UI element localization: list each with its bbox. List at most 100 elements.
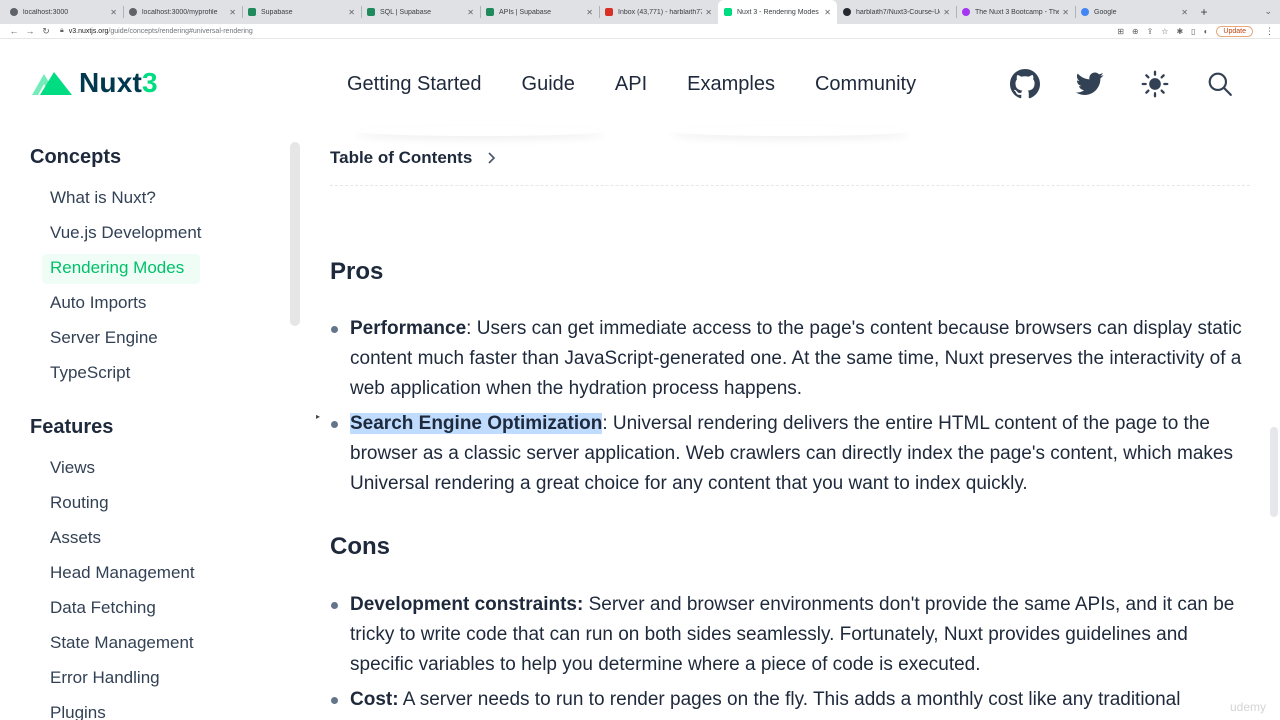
nuxt-logo[interactable]: Nuxt3 — [30, 67, 158, 99]
nav-getting-started[interactable]: Getting Started — [347, 73, 482, 96]
tab-label: Supabase — [261, 8, 293, 16]
browser-tab[interactable]: Supabase ✕ — [242, 0, 361, 24]
divider — [330, 185, 1250, 186]
tab-search-icon[interactable]: ⌄ — [1264, 6, 1272, 17]
new-tab-button[interactable]: + — [1194, 5, 1214, 19]
lock-icon[interactable]: 🔒︎ — [60, 27, 64, 35]
browser-tab[interactable]: Inbox (43,771) - harblaith77@ ✕ — [599, 0, 718, 24]
sidebar-item-server-engine[interactable]: Server Engine — [50, 328, 158, 348]
url-path: /guide/concepts/rendering#universal-rend… — [108, 27, 253, 35]
twitter-icon[interactable] — [1073, 67, 1107, 101]
sun-icon[interactable] — [1138, 67, 1172, 101]
sidebar-item-views[interactable]: Views — [50, 458, 95, 478]
tab-favicon — [486, 8, 494, 16]
udemy-watermark: udemy — [1230, 700, 1267, 714]
address-bar-row: ← → ↻ 🔒︎ v3.nuxtjs.org/guide/concepts/re… — [0, 24, 1280, 39]
mouse-cursor-icon: ▸ — [316, 412, 321, 421]
tab-close-icon[interactable]: ✕ — [467, 8, 474, 17]
pros-heading: Pros — [330, 258, 384, 285]
tab-favicon — [962, 8, 970, 16]
sidebar-item-what-is-nuxt[interactable]: What is Nuxt? — [50, 188, 156, 208]
zoom-icon[interactable]: ⊕ — [1132, 27, 1139, 36]
tab-label: The Nuxt 3 Bootcamp - The Co — [975, 8, 1060, 16]
table-of-contents-toggle[interactable]: Table of Contents — [330, 148, 496, 168]
github-icon[interactable] — [1008, 67, 1042, 101]
tab-favicon — [605, 8, 613, 16]
sidebar-item-typescript[interactable]: TypeScript — [50, 363, 130, 383]
menu-kebab-icon[interactable]: ⋮ — [1265, 26, 1274, 37]
bullet-dot — [331, 421, 338, 428]
url-host: v3.nuxtjs.org — [68, 27, 109, 35]
sidebar-item-auto-imports[interactable]: Auto Imports — [50, 293, 146, 313]
tab-close-icon[interactable]: ✕ — [348, 8, 355, 17]
sidebar-item-routing[interactable]: Routing — [50, 493, 109, 513]
tab-close-icon[interactable]: ✕ — [943, 8, 950, 17]
list-item: Cost: A server needs to run to render pa… — [330, 685, 1250, 715]
tab-close-icon[interactable]: ✕ — [229, 8, 236, 17]
nav-guide[interactable]: Guide — [522, 73, 575, 96]
extensions-icon[interactable]: ✱ — [1176, 27, 1183, 36]
back-icon[interactable]: ← — [6, 26, 22, 36]
tab-label: localhost:3000/myprofile — [142, 8, 218, 16]
tab-label: Nuxt 3 - Rendering Modes — [737, 8, 819, 16]
browser-tab[interactable]: APIs | Supabase ✕ — [480, 0, 599, 24]
chevron-right-icon — [488, 152, 496, 164]
tab-favicon — [1081, 8, 1089, 16]
sidebar-section-concepts: Concepts — [30, 146, 122, 168]
bookmark-star-icon[interactable]: ☆ — [1161, 27, 1168, 36]
sidebar-item-head-management[interactable]: Head Management — [50, 563, 195, 583]
content-scrollbar[interactable] — [1270, 427, 1278, 517]
nav-examples[interactable]: Examples — [687, 73, 775, 96]
browser-tab[interactable]: SQL | Supabase ✕ — [361, 0, 480, 24]
term-development-constraints: Development constraints: — [350, 594, 584, 615]
list-item: Development constraints: Server and brow… — [330, 590, 1250, 680]
description-text: Users can get immediate access to the pa… — [350, 318, 1242, 399]
logo-wordmark: Nuxt3 — [79, 67, 158, 98]
tab-close-icon[interactable]: ✕ — [1062, 8, 1069, 17]
tab-close-icon[interactable]: ✕ — [705, 8, 712, 17]
url-field[interactable]: 🔒︎ v3.nuxtjs.org/guide/concepts/renderin… — [60, 27, 1117, 35]
bullet-dot — [331, 602, 338, 609]
install-icon[interactable]: ⊞ — [1117, 27, 1124, 36]
list-item: Search Engine Optimization: Universal re… — [330, 409, 1250, 499]
sidebar-item-plugins[interactable]: Plugins — [50, 703, 106, 720]
tab-label: Google — [1094, 8, 1117, 16]
tab-label: harblaith7/Nuxt3-Course-Udem — [856, 8, 940, 16]
cons-heading: Cons — [330, 533, 390, 560]
browser-tab[interactable]: localhost:3000 ✕ — [4, 0, 123, 24]
tab-label: APIs | Supabase — [499, 8, 552, 16]
tab-close-icon[interactable]: ✕ — [1181, 8, 1188, 17]
site-header: Nuxt3 Getting Started Guide API Examples… — [0, 40, 1280, 130]
sidepanel-icon[interactable]: ▯ — [1191, 27, 1195, 36]
tab-favicon — [10, 8, 18, 16]
browser-tab[interactable]: The Nuxt 3 Bootcamp - The Co✕ — [956, 0, 1075, 24]
sidebar-item-rendering-modes[interactable]: Rendering Modes — [50, 258, 184, 278]
term-seo-highlighted: Search Engine Optimization — [350, 413, 603, 434]
tab-label: localhost:3000 — [23, 8, 69, 16]
tab-close-icon[interactable]: ✕ — [586, 8, 593, 17]
sidebar-item-vuejs-development[interactable]: Vue.js Development — [50, 223, 202, 243]
browser-tab-active[interactable]: Nuxt 3 - Rendering Modes ✕ — [718, 0, 837, 24]
share-icon[interactable]: ⇪ — [1147, 27, 1154, 36]
tab-close-icon[interactable]: ✕ — [110, 8, 117, 17]
sidebar-item-error-handling[interactable]: Error Handling — [50, 668, 160, 688]
description-text: A server needs to run to render pages on… — [398, 689, 1181, 710]
term-performance: Performance — [350, 318, 467, 339]
browser-tab[interactable]: Google ✕ — [1075, 0, 1194, 24]
forward-icon[interactable]: → — [22, 26, 38, 36]
term-cost: Cost: — [350, 689, 399, 710]
search-icon[interactable] — [1203, 67, 1237, 101]
nav-community[interactable]: Community — [815, 73, 916, 96]
sidebar-item-state-management[interactable]: State Management — [50, 633, 194, 653]
tab-close-icon[interactable]: ✕ — [824, 8, 831, 17]
reload-icon[interactable]: ↻ — [38, 26, 54, 37]
update-button[interactable]: Update — [1216, 25, 1253, 37]
browser-tab[interactable]: harblaith7/Nuxt3-Course-Udem✕ — [837, 0, 956, 24]
sidebar-item-data-fetching[interactable]: Data Fetching — [50, 598, 156, 618]
tab-label: SQL | Supabase — [380, 8, 431, 16]
sidebar-item-assets[interactable]: Assets — [50, 528, 101, 548]
profile-icon[interactable]: ◐ — [1204, 27, 1209, 36]
nav-api[interactable]: API — [615, 73, 647, 96]
browser-tab[interactable]: localhost:3000/myprofile ✕ — [123, 0, 242, 24]
sidebar-scrollbar[interactable] — [290, 142, 300, 326]
